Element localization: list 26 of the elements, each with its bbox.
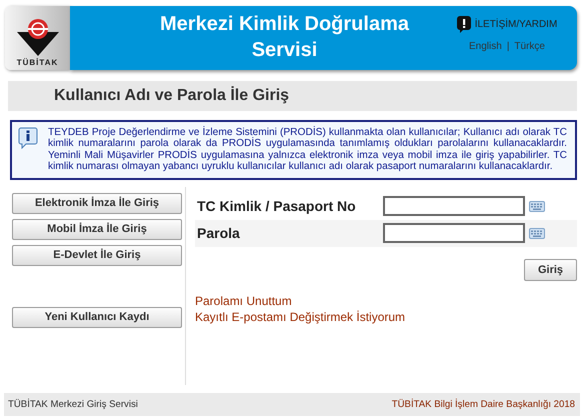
register-button[interactable]: Yeni Kullanıcı Kaydı bbox=[12, 306, 182, 328]
login-button[interactable]: Giriş bbox=[524, 258, 577, 281]
info-text: TEYDEB Proje Değerlendirme ve İzleme Sistemini (PRODİS) kullanmakta olan kullanıcılar; Kullanıcı adı olarak TC kimlik numaralarını parola olarak da PRODİS uygulamasında tanımlamış oldukları parolalarını kullanacaklardır. Yeminli Mali Müşavirler PRODİS uygulamasına yalnızca elektronik imza veya mobil imza ile giriş yapabilirler. TC kimlik numarası olmayan yabancı uyruklu kullanıcılar kullanıcı adı olarak pasaport numaralarını kullanacaklardır. bbox=[48, 127, 567, 173]
field-label: Parola bbox=[196, 225, 241, 242]
keyboard-icon[interactable] bbox=[529, 228, 545, 239]
account-link[interactable]: Parolamı Unuttum bbox=[195, 294, 577, 308]
input-field[interactable] bbox=[383, 196, 525, 216]
language-link[interactable]: English bbox=[469, 41, 502, 52]
input-field[interactable] bbox=[383, 223, 525, 244]
page-title: Kullanıcı Adı ve Parola İle Giriş bbox=[8, 81, 577, 111]
account-link[interactable]: Kayıtlı E-postamı Değiştirmek İstiyorum bbox=[195, 310, 577, 324]
language-link[interactable]: Türkçe bbox=[514, 41, 545, 52]
login-option-button[interactable]: E-Devlet İle Giriş bbox=[12, 244, 182, 266]
keyboard-icon[interactable] bbox=[529, 200, 545, 212]
logo-text: TÜBİTAK bbox=[16, 58, 58, 67]
field-label: TC Kimlik / Pasaport No bbox=[196, 198, 357, 214]
info-icon bbox=[18, 127, 38, 149]
separator-text: | bbox=[506, 41, 510, 52]
login-option-button[interactable]: Elektronik İmza İle Giriş bbox=[12, 192, 182, 214]
footer-text: TÜBİTAK Merkezi Giriş Servisi bbox=[8, 398, 138, 410]
service-title: Merkezi Kimlik Doğrulama Servisi bbox=[159, 12, 410, 63]
exclamation-bubble-icon bbox=[456, 16, 471, 33]
copyright-text: TÜBİTAK Bilgi İşlem Daire Başkanlığı 2018 bbox=[392, 398, 575, 410]
login-option-button[interactable]: Mobil İmza İle Giriş bbox=[12, 218, 182, 240]
help-link[interactable]: İLETİŞİM/YARDIM bbox=[474, 19, 558, 30]
logo-emblem-icon bbox=[14, 18, 60, 56]
